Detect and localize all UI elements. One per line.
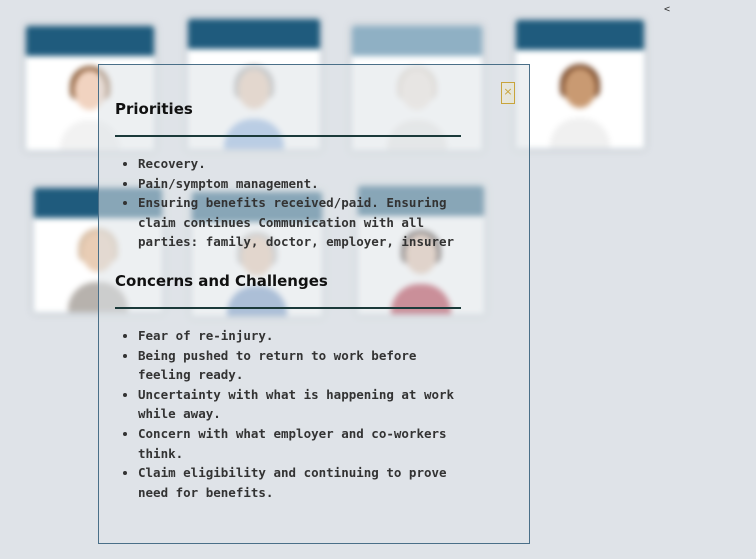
close-button[interactable]: ×	[501, 82, 515, 104]
concerns-list: Fear of re-injury. Being pushed to retur…	[121, 326, 458, 502]
section-divider	[115, 135, 461, 137]
list-item: Ensuring benefits received/paid. Ensurin…	[138, 193, 458, 252]
persona-card[interactable]	[514, 18, 646, 150]
list-item: Uncertainty with what is happening at wo…	[138, 385, 458, 424]
list-item: Claim eligibility and continuing to prov…	[138, 463, 458, 502]
close-icon: ×	[503, 85, 513, 98]
list-item: Pain/symptom management.	[138, 174, 458, 194]
list-item: Recovery.	[138, 154, 458, 174]
persona-card-header	[352, 26, 482, 56]
priorities-list: Recovery. Pain/symptom management. Ensur…	[121, 154, 458, 252]
list-item: Being pushed to return to work before fe…	[138, 346, 458, 385]
back-arrow-icon[interactable]: <	[664, 4, 670, 15]
section-title-concerns: Concerns and Challenges	[115, 272, 328, 290]
persona-card-header	[516, 20, 644, 50]
persona-avatar	[550, 64, 610, 148]
list-item: Fear of re-injury.	[138, 326, 458, 346]
persona-card-header	[26, 26, 154, 56]
section-title-priorities: Priorities	[115, 100, 193, 118]
persona-detail-modal: × Priorities Recovery. Pain/symptom mana…	[98, 64, 530, 544]
persona-card-header	[188, 19, 320, 49]
list-item: Concern with what employer and co-worker…	[138, 424, 458, 463]
section-divider	[115, 307, 461, 309]
